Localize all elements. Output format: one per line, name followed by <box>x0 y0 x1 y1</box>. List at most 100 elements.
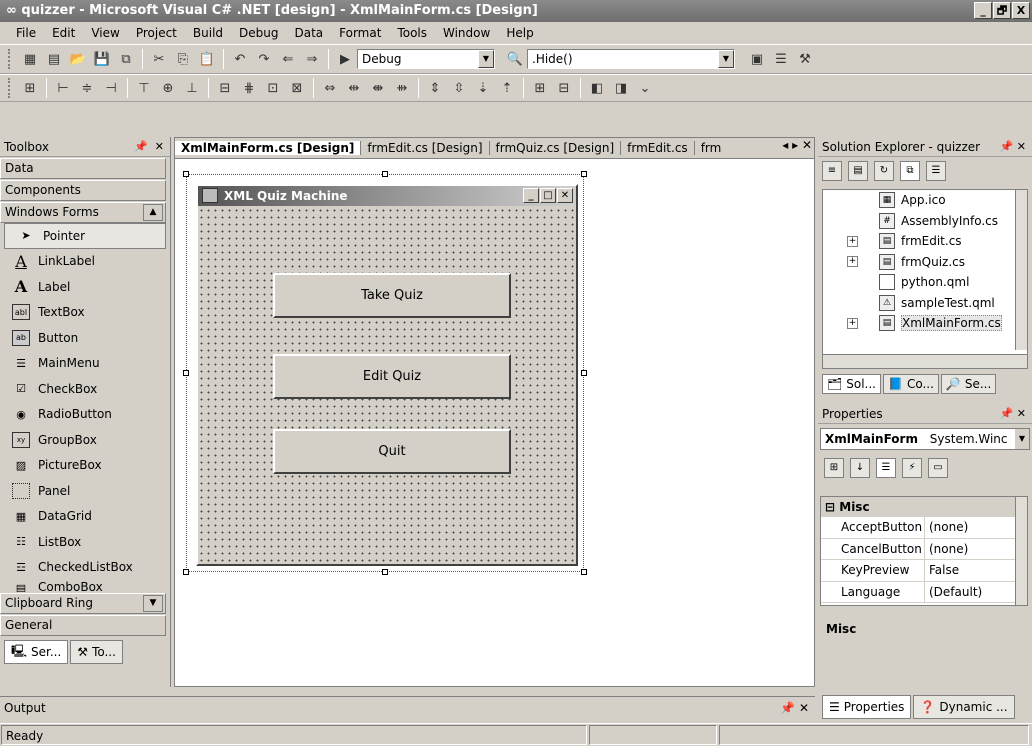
tab-scroll-right-icon[interactable]: ▸ <box>792 138 798 152</box>
menu-window[interactable]: Window <box>435 26 498 40</box>
tab-properties[interactable]: ☰ Properties <box>822 695 912 719</box>
property-pages-icon[interactable]: ▭ <box>928 458 948 478</box>
tab-scroll-left-icon[interactable]: ◂ <box>782 138 788 152</box>
pin-icon[interactable]: 📌 <box>780 701 795 715</box>
toolbox-item-linklabel[interactable]: A LinkLabel <box>0 249 170 275</box>
toolbox-item-datagrid[interactable]: ▦ DataGrid <box>0 504 170 530</box>
chevron-down-icon[interactable]: ▼ <box>1015 429 1029 449</box>
navigate-forward-icon[interactable]: ⇒ <box>302 50 322 68</box>
expand-icon[interactable]: + <box>847 235 858 247</box>
menu-view[interactable]: View <box>83 26 127 40</box>
horizontal-scrollbar[interactable] <box>823 354 1027 368</box>
tab-search[interactable]: 🔎 Se... <box>940 374 997 394</box>
vertical-scrollbar[interactable] <box>1015 190 1027 350</box>
chevron-down-icon[interactable]: ▼ <box>478 50 494 68</box>
chevron-down-icon[interactable]: ▼ <box>718 50 734 68</box>
resize-handle[interactable] <box>382 569 388 575</box>
menu-debug[interactable]: Debug <box>231 26 286 40</box>
center-vertically-icon[interactable]: ⊟ <box>554 79 574 97</box>
property-value[interactable]: (none) <box>925 539 968 560</box>
toolbox-section-components[interactable]: Components <box>0 180 166 201</box>
tab-frm-truncated[interactable]: frm <box>695 141 728 155</box>
toolbox-item-button[interactable]: ab Button <box>0 325 170 351</box>
property-value[interactable]: (none) <box>925 517 968 538</box>
remove-v-spacing-icon[interactable]: ⇡ <box>497 79 517 97</box>
close-button[interactable]: X <box>1012 2 1030 19</box>
align-tops-icon[interactable]: ⊤ <box>134 79 154 97</box>
minimize-button[interactable]: _ <box>974 2 992 19</box>
toolbox-icon[interactable]: ⚒ <box>795 50 815 68</box>
make-same-size-icon[interactable]: ⊠ <box>287 79 307 97</box>
take-quiz-button[interactable]: Take Quiz <box>273 273 511 318</box>
tree-item-frmquiz[interactable]: + ▤ frmQuiz.cs <box>823 252 1027 273</box>
decrease-v-spacing-icon[interactable]: ⇣ <box>473 79 493 97</box>
toolbox-item-mainmenu[interactable]: ☰ MainMenu <box>0 351 170 377</box>
align-rights-icon[interactable]: ⊣ <box>101 79 121 97</box>
make-same-width-icon[interactable]: ⊟ <box>215 79 235 97</box>
navigate-back-icon[interactable]: ⇐ <box>278 50 298 68</box>
paste-icon[interactable]: 📋 <box>197 50 217 68</box>
object-selector[interactable]: XmlMainForm System.Winc ▼ <box>820 428 1030 450</box>
menu-format[interactable]: Format <box>331 26 389 40</box>
output-panel-header[interactable]: Output 📌 ✕ <box>0 696 815 718</box>
toolbox-item-textbox[interactable]: abl TextBox <box>0 300 170 326</box>
align-lefts-icon[interactable]: ⊢ <box>53 79 73 97</box>
resize-handle[interactable] <box>183 370 189 376</box>
property-row[interactable]: KeyPreview False <box>821 560 1027 582</box>
toolbox-item-radiobutton[interactable]: ◉ RadioButton <box>0 402 170 428</box>
tab-server-explorer[interactable]: 🖳 Ser... <box>4 640 69 664</box>
open-file-icon[interactable]: 📂 <box>68 50 88 68</box>
horizontal-spacing-icon[interactable]: ⇔ <box>320 79 340 97</box>
expand-icon[interactable]: + <box>847 256 858 268</box>
tab-frmquiz-design[interactable]: frmQuiz.cs [Design] <box>490 141 622 155</box>
tab-frmedit-code[interactable]: frmEdit.cs <box>621 141 695 155</box>
close-icon[interactable]: ✕ <box>1017 407 1026 420</box>
toolbox-item-combobox[interactable]: ▤ ComboBox <box>0 580 170 592</box>
align-bottoms-icon[interactable]: ⊥ <box>182 79 202 97</box>
close-document-icon[interactable]: ✕ <box>802 138 812 152</box>
tab-solution-explorer[interactable]: 🗂 Sol... <box>822 374 881 394</box>
expand-icon[interactable]: + <box>847 317 858 329</box>
tab-dynamic-help[interactable]: ❓ Dynamic ... <box>913 695 1015 719</box>
solution-config-dropdown[interactable]: Debug ▼ <box>357 49 495 69</box>
properties-icon[interactable]: ☰ <box>926 161 946 181</box>
properties-window-icon[interactable]: ☰ <box>771 50 791 68</box>
tab-toolbox[interactable]: ⚒ To... <box>70 640 123 664</box>
remove-h-spacing-icon[interactable]: ⇻ <box>392 79 412 97</box>
toolbox-item-panel[interactable]: Panel <box>0 478 170 504</box>
bring-to-front-icon[interactable]: ◧ <box>587 79 607 97</box>
menu-project[interactable]: Project <box>128 26 185 40</box>
pin-icon[interactable]: 📌 <box>1000 140 1014 153</box>
quiz-form[interactable]: XML Quiz Machine _ □ ✕ Take Quiz Edit Qu… <box>196 184 578 566</box>
size-to-grid-icon[interactable]: ⋕ <box>239 79 259 97</box>
close-icon[interactable]: ✕ <box>1017 140 1026 153</box>
copy-icon[interactable]: ⎘ <box>173 50 193 68</box>
toolbox-item-pointer[interactable]: ➤ Pointer <box>4 223 166 249</box>
cut-icon[interactable]: ✂ <box>149 50 169 68</box>
align-middles-icon[interactable]: ⊕ <box>158 79 178 97</box>
pin-icon[interactable]: 📌 <box>1000 407 1014 420</box>
tab-contents[interactable]: 📘 Co... <box>882 374 939 394</box>
toolbox-item-picturebox[interactable]: ▨ PictureBox <box>0 453 170 479</box>
form-minimize-button[interactable]: _ <box>523 188 539 203</box>
property-row[interactable]: AcceptButton (none) <box>821 517 1027 539</box>
view-code-icon[interactable]: ≡ <box>822 161 842 181</box>
new-project-icon[interactable]: ▦ <box>20 50 40 68</box>
decrease-h-spacing-icon[interactable]: ⇼ <box>368 79 388 97</box>
vertical-spacing-icon[interactable]: ⇕ <box>425 79 445 97</box>
vertical-scrollbar[interactable] <box>1015 497 1027 605</box>
find-combo[interactable]: .Hide() ▼ <box>527 49 735 69</box>
restore-button[interactable]: 🗗 <box>993 2 1011 19</box>
menu-build[interactable]: Build <box>185 26 231 40</box>
undo-icon[interactable]: ↶ <box>230 50 250 68</box>
form-close-button[interactable]: ✕ <box>557 188 573 203</box>
scroll-up-icon[interactable]: ▲ <box>143 204 163 221</box>
menu-edit[interactable]: Edit <box>44 26 83 40</box>
align-centers-icon[interactable]: ≑ <box>77 79 97 97</box>
save-all-icon[interactable]: ⧉ <box>116 50 136 68</box>
collapse-icon[interactable]: ⊟ <box>825 500 835 514</box>
resize-handle[interactable] <box>382 171 388 177</box>
close-icon[interactable]: ✕ <box>155 140 164 153</box>
send-to-back-icon[interactable]: ◨ <box>611 79 631 97</box>
toolbox-section-clipboard-ring[interactable]: Clipboard Ring ▼ <box>0 593 166 614</box>
